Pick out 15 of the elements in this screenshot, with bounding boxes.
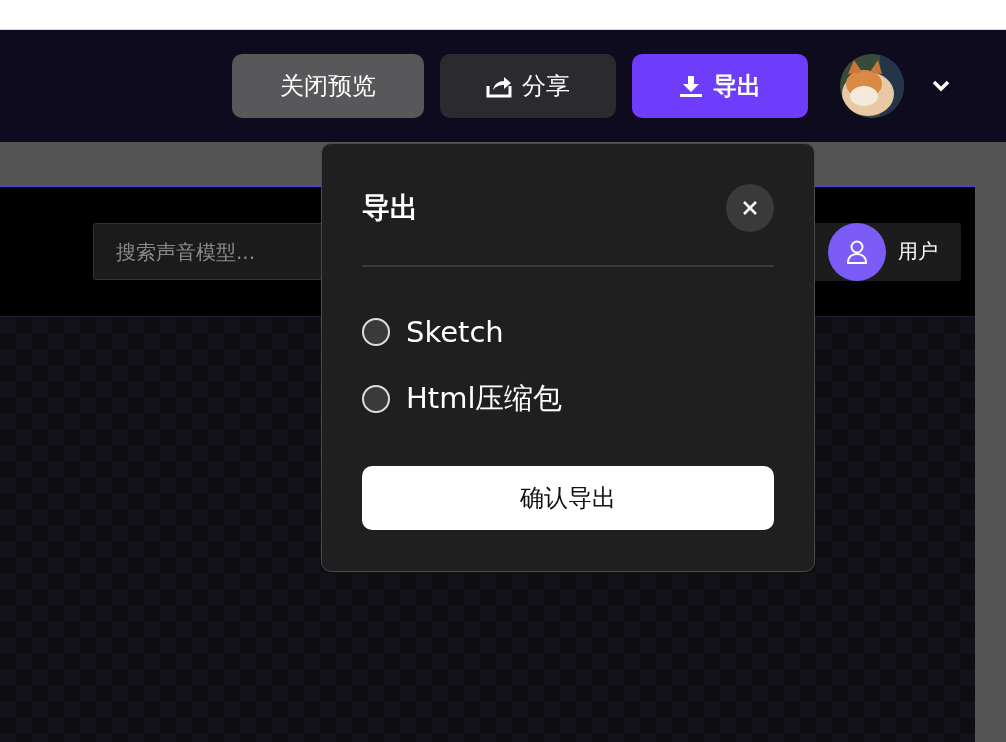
option-label: Sketch: [406, 315, 504, 349]
share-button[interactable]: 分享: [440, 54, 616, 118]
download-icon: [679, 74, 703, 98]
user-icon: [846, 238, 868, 265]
close-button[interactable]: [726, 184, 774, 232]
close-preview-button[interactable]: 关闭预览: [232, 54, 424, 118]
confirm-export-button[interactable]: 确认导出: [362, 466, 774, 530]
radio-button[interactable]: [362, 318, 390, 346]
chevron-down-icon[interactable]: [932, 80, 950, 92]
export-button[interactable]: 导出: [632, 54, 808, 118]
dialog-title: 导出: [362, 190, 418, 226]
share-icon: [486, 74, 512, 98]
close-icon: [742, 200, 758, 216]
option-label: Html压缩包: [406, 380, 563, 417]
radio-button[interactable]: [362, 385, 390, 413]
